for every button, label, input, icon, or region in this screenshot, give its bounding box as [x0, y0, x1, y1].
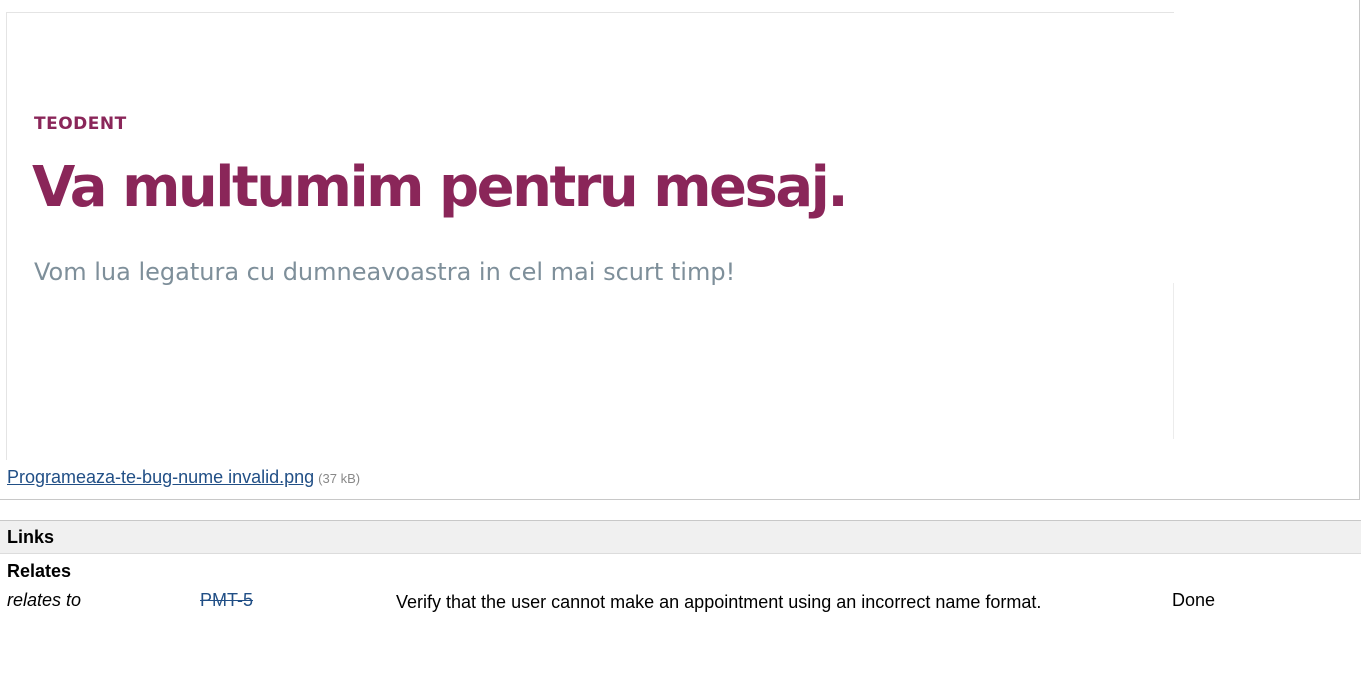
attachment-file-size: (37 kB) — [318, 471, 361, 486]
link-type: relates to — [7, 590, 82, 610]
preview-brand-text: TEODENT — [34, 114, 127, 134]
preview-edge-line — [1173, 283, 1174, 439]
preview-subline: Vom lua legatura cu dumneavoastra in cel… — [34, 258, 736, 286]
attachment-file-row: Programeaza-te-bug-nume invalid.png (37 k… — [7, 467, 360, 488]
links-section: Links Relates relates to PMT-5 Verify th… — [0, 520, 1361, 673]
linked-issue-status: Done — [1172, 590, 1216, 610]
preview-headline: Va multumim pentru mesaj. — [32, 155, 849, 220]
attachment-image-preview[interactable] — [6, 12, 1174, 460]
linked-issue-key[interactable]: PMT-5 — [200, 590, 253, 610]
attachment-panel: TEODENT Va multumim pentru mesaj. Vom lu… — [0, 0, 1360, 500]
linked-issue-summary: Verify that the user cannot make an appo… — [396, 592, 1042, 612]
links-section-title: Links — [0, 521, 1361, 554]
link-group-label: Relates — [7, 561, 72, 581]
attachment-file-link[interactable]: Programeaza-te-bug-nume invalid.png — [7, 467, 314, 487]
link-row: relates to PMT-5 Verify that the user ca… — [0, 584, 1361, 644]
